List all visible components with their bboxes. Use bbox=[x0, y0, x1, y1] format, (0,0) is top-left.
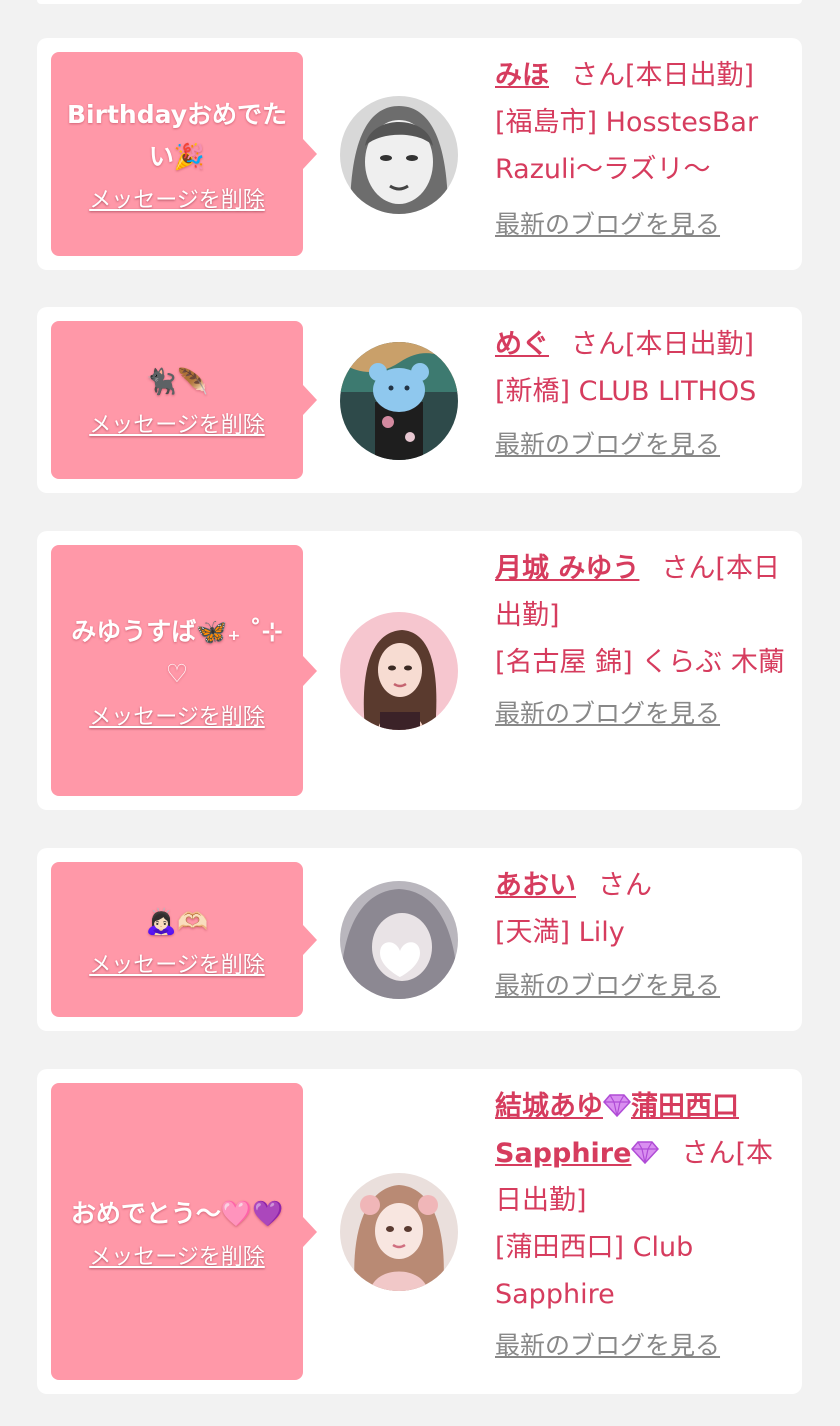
honorific: さん bbox=[571, 329, 625, 360]
message-text: 🙇🏻‍♀️🫶🏻 bbox=[145, 906, 209, 936]
delete-message-link[interactable]: メッセージを削除 bbox=[89, 182, 265, 214]
cast-info: あおい さん [天満] Lily 最新のブログを見る bbox=[495, 862, 785, 1009]
message-card: 🙇🏻‍♀️🫶🏻 メッセージを削除 あおい さん [天満] Lily 最新のブログを… bbox=[37, 848, 802, 1031]
delete-message-link[interactable]: メッセージを削除 bbox=[89, 699, 265, 731]
message-card: Birthdayおめでたい🎉 メッセージを削除 みほ さん[本日出勤] [福島市]… bbox=[37, 38, 802, 270]
avatar[interactable] bbox=[340, 1173, 458, 1291]
shop-name: Lily bbox=[578, 917, 625, 948]
location-label: [新橋] bbox=[495, 376, 571, 407]
message-bubble: 🐈‍⬛🪶 メッセージを削除 bbox=[51, 321, 317, 479]
cast-name-part: Sapphire bbox=[495, 1138, 632, 1169]
message-text: みゆうすば🦋₊ ˚⊹♡ bbox=[71, 616, 283, 688]
cast-name-part: 蒲田西口 bbox=[631, 1091, 739, 1122]
message-card: おめでとう〜🩷💜 メッセージを削除 結城あゆ 蒲田西口 Sapphire さん[本日出… bbox=[37, 1069, 802, 1394]
avatar[interactable] bbox=[340, 96, 458, 214]
honorific: さん bbox=[571, 60, 625, 91]
cast-name-link[interactable]: あおい bbox=[495, 870, 576, 901]
message-bubble: みゆうすば🦋₊ ˚⊹♡ メッセージを削除 bbox=[51, 545, 317, 796]
cast-info: 結城あゆ 蒲田西口 Sapphire さん[本日出勤] [蒲田西口] Club Sap… bbox=[495, 1083, 785, 1369]
avatar[interactable] bbox=[340, 612, 458, 730]
avatar[interactable] bbox=[340, 342, 458, 460]
message-text: Birthdayおめでたい🎉 bbox=[67, 100, 287, 171]
delete-message-link[interactable]: メッセージを削除 bbox=[89, 407, 265, 439]
diamond-icon bbox=[603, 1094, 631, 1117]
honorific: さん bbox=[681, 1138, 736, 1169]
cast-info: めぐ さん[本日出勤] [新橋] CLUB LITHOS 最新のブログを見る bbox=[495, 321, 785, 468]
delete-message-link[interactable]: メッセージを削除 bbox=[89, 1239, 265, 1271]
cast-name-link[interactable]: みほ bbox=[495, 60, 549, 91]
latest-blog-link[interactable]: 最新のブログを見る bbox=[495, 690, 720, 737]
cast-name-link[interactable]: 月城 みゆう bbox=[495, 553, 639, 584]
message-card: みゆうすば🦋₊ ˚⊹♡ メッセージを削除 月城 みゆう さん[本日出勤] [名古屋… bbox=[37, 531, 802, 810]
location-label: [蒲田西口] bbox=[495, 1232, 625, 1263]
status-label: [本日出勤] bbox=[625, 329, 755, 360]
cast-info: 月城 みゆう さん[本日出勤] [名古屋 錦] くらぶ 木蘭 最新のブログを見る bbox=[495, 545, 785, 737]
cast-name-part: 結城あゆ bbox=[495, 1091, 603, 1122]
message-bubble: Birthdayおめでたい🎉 メッセージを削除 bbox=[51, 52, 317, 256]
diamond-icon bbox=[631, 1141, 660, 1164]
latest-blog-link[interactable]: 最新のブログを見る bbox=[495, 962, 720, 1009]
shop-name: くらぶ 木蘭 bbox=[641, 647, 785, 678]
location-label: [福島市] bbox=[495, 107, 598, 138]
cast-info: みほ さん[本日出勤] [福島市] HosstesBar Razuli〜ラズリ〜 … bbox=[495, 52, 785, 248]
message-card: 🐈‍⬛🪶 メッセージを削除 めぐ さん[本日出勤] [新橋] CLUB LITHO… bbox=[37, 307, 802, 493]
honorific: さん bbox=[598, 870, 652, 901]
cast-name-link[interactable]: めぐ bbox=[495, 329, 549, 360]
latest-blog-link[interactable]: 最新のブログを見る bbox=[495, 1322, 720, 1369]
message-bubble: おめでとう〜🩷💜 メッセージを削除 bbox=[51, 1083, 317, 1380]
message-bubble: 🙇🏻‍♀️🫶🏻 メッセージを削除 bbox=[51, 862, 317, 1017]
delete-message-link[interactable]: メッセージを削除 bbox=[89, 947, 265, 979]
shop-name: CLUB LITHOS bbox=[578, 376, 757, 407]
location-label: [名古屋 錦] bbox=[495, 647, 633, 678]
previous-card-edge bbox=[37, 0, 802, 4]
message-text: おめでとう〜🩷💜 bbox=[70, 1198, 284, 1228]
avatar[interactable] bbox=[340, 881, 458, 999]
honorific: さん bbox=[661, 553, 716, 584]
latest-blog-link[interactable]: 最新のブログを見る bbox=[495, 421, 720, 468]
latest-blog-link[interactable]: 最新のブログを見る bbox=[495, 201, 720, 248]
status-label: [本日出勤] bbox=[625, 60, 755, 91]
location-label: [天満] bbox=[495, 917, 571, 948]
message-text: 🐈‍⬛🪶 bbox=[145, 367, 209, 396]
